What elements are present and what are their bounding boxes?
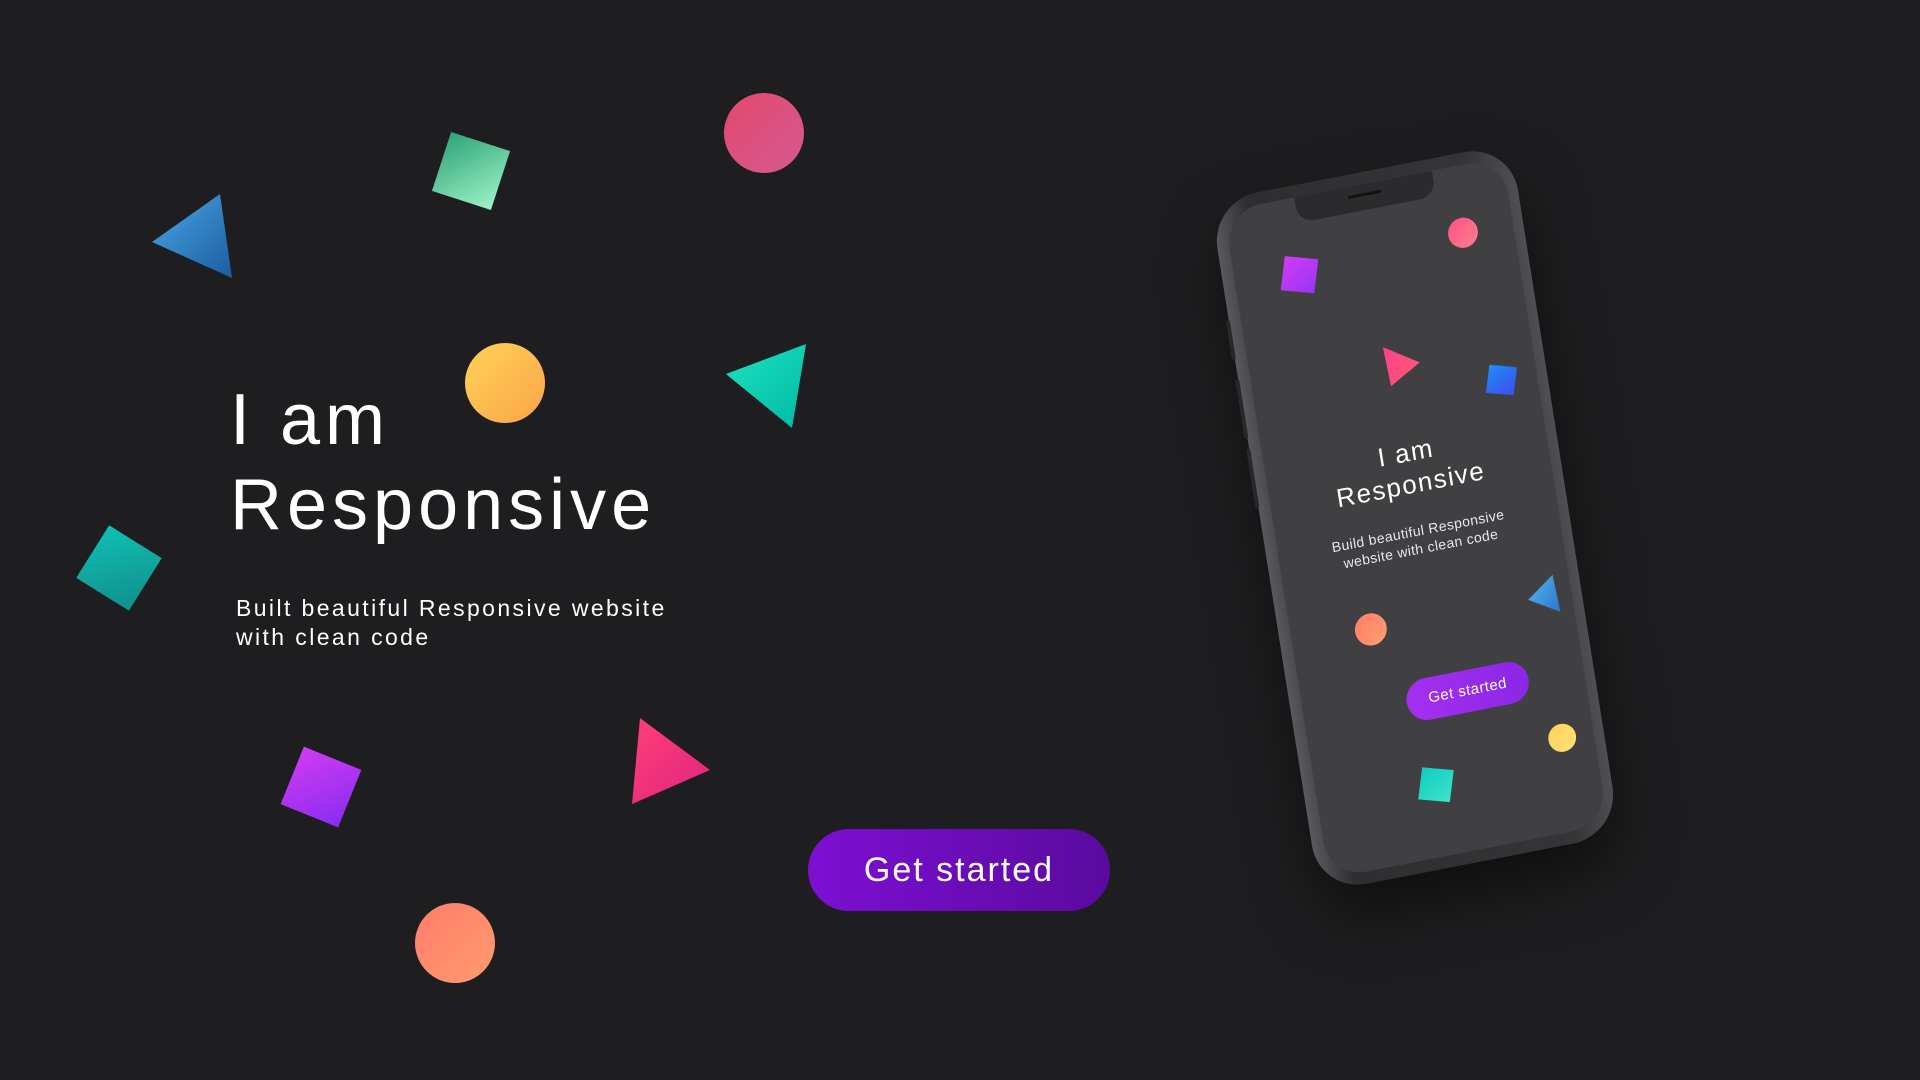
- purple-square-icon: [1280, 256, 1319, 294]
- hero-subtitle-line2: with clean code: [236, 624, 431, 650]
- hero-title-line2: Responsive: [230, 465, 657, 545]
- hero-title: I am Responsive: [230, 378, 790, 548]
- pink-circle-icon: [724, 93, 804, 173]
- teal-square-icon: [1418, 767, 1454, 803]
- blue-square-icon: [1485, 364, 1517, 396]
- phone-screen: I am Responsive Build beautiful Responsi…: [1223, 156, 1609, 879]
- green-square-icon: [431, 131, 511, 211]
- yellow-circle-icon: [1546, 721, 1579, 755]
- pink-triangle-icon: [1382, 347, 1420, 387]
- hero-subtitle: Built beautiful Responsive website with …: [236, 594, 756, 652]
- phone-speaker: [1347, 189, 1382, 200]
- hero-title-line1: I am: [230, 380, 391, 460]
- purple-square-icon: [280, 746, 362, 828]
- pink-triangle-icon: [632, 718, 710, 804]
- orange-circle-icon: [1352, 610, 1390, 649]
- hero-subtitle-line1: Built beautiful Responsive website: [236, 595, 667, 621]
- phone-mockup: I am Responsive Build beautiful Responsi…: [1209, 143, 1621, 893]
- get-started-button[interactable]: Get started: [808, 829, 1110, 911]
- hero-section: I am Responsive Built beautiful Responsi…: [230, 378, 790, 652]
- phone-subtitle: Build beautiful Responsive website with …: [1330, 506, 1506, 572]
- phone-get-started-button[interactable]: Get started: [1403, 658, 1532, 724]
- orange-circle-icon: [415, 903, 495, 983]
- phone-hero: I am Responsive Build beautiful Responsi…: [1264, 410, 1562, 585]
- landing-page: I am Responsive Built beautiful Responsi…: [0, 0, 1920, 1080]
- teal-square-icon: [76, 525, 162, 611]
- blue-triangle-icon: [152, 194, 232, 278]
- blue-triangle-icon: [1528, 574, 1561, 612]
- pink-circle-icon: [1445, 215, 1481, 251]
